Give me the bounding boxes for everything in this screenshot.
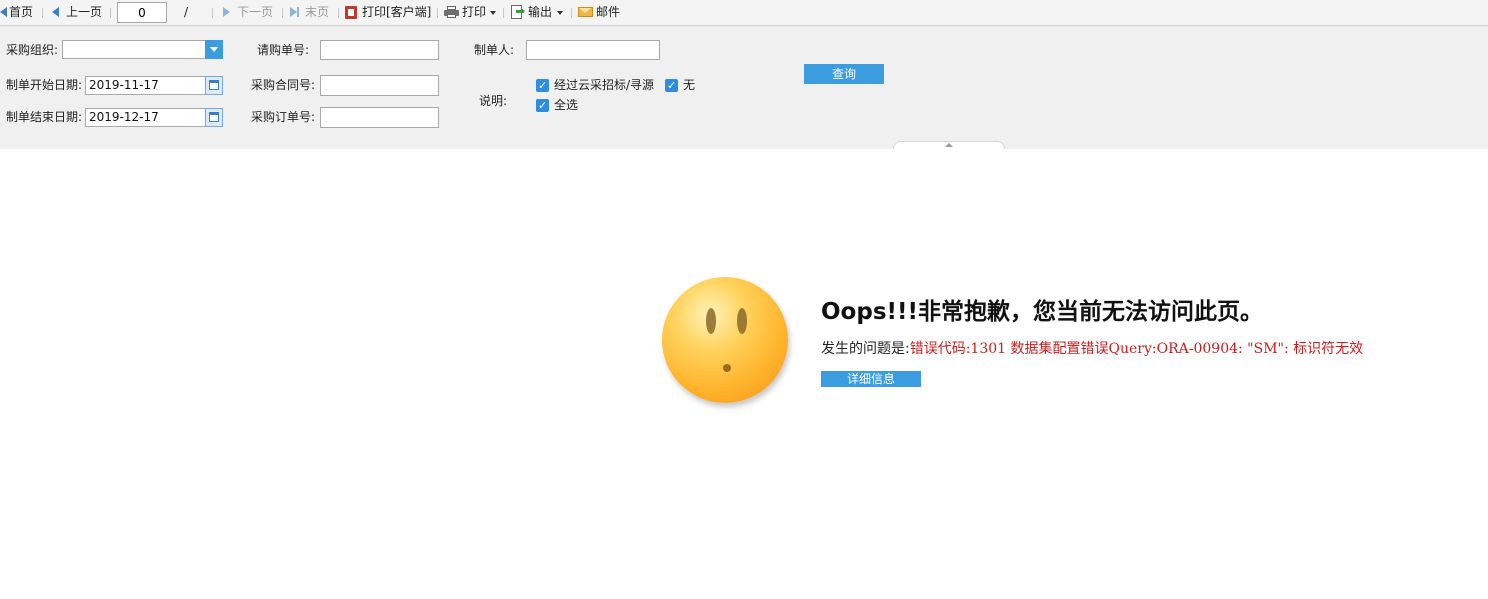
report-toolbar: 首页 上一页 / 下一页 末页 打印[客户端] 打印 输出 邮件: [0, 0, 1488, 26]
purchase-org-label: 采购组织:: [6, 43, 59, 57]
chevron-up-icon: [945, 143, 953, 147]
first-page-button[interactable]: 首页: [9, 0, 33, 25]
export-icon[interactable]: [511, 5, 525, 19]
face-eye-right: [737, 308, 747, 334]
check-icon: ✓: [538, 79, 548, 92]
next-page-button[interactable]: 下一页: [237, 0, 273, 25]
error-message: 错误代码:1301 数据集配置错误Query:ORA-00904: "SM": …: [909, 341, 1364, 357]
query-panel: 采购组织: 请购单号: 制单人: 制单开始日期: 2019-11-17 采购合同…: [0, 26, 1488, 149]
toolbar-divider: [282, 8, 283, 18]
contract-no-input[interactable]: [320, 75, 439, 96]
sad-face-icon: [662, 277, 788, 403]
order-no-input[interactable]: [320, 107, 439, 128]
first-page-icon[interactable]: [0, 7, 7, 17]
request-no-input[interactable]: [320, 40, 439, 60]
page-separator: /: [184, 5, 189, 19]
error-prefix: 发生的问题是:: [821, 341, 910, 357]
toolbar-divider: [212, 8, 213, 18]
query-button[interactable]: 查询: [804, 64, 884, 84]
collapse-panel-toggle[interactable]: [893, 141, 1005, 149]
check-icon: ✓: [538, 99, 548, 112]
start-date-picker-button[interactable]: [205, 76, 223, 95]
start-date-label: 制单开始日期:: [6, 78, 83, 92]
cloud-sourcing-label: 经过云采招标/寻源: [554, 78, 655, 92]
face-eye-left: [706, 308, 716, 334]
contract-no-label: 采购合同号:: [251, 78, 316, 92]
purchase-org-select[interactable]: [62, 40, 206, 59]
creator-input[interactable]: [526, 40, 660, 60]
none-label: 无: [683, 78, 696, 92]
select-all-checkbox[interactable]: ✓: [536, 99, 549, 112]
end-date-label: 制单结束日期:: [6, 110, 83, 124]
order-no-label: 采购订单号:: [251, 110, 316, 124]
calendar-icon: [209, 112, 219, 122]
chevron-down-icon[interactable]: [490, 11, 496, 15]
select-all-label: 全选: [554, 98, 579, 112]
end-date-input[interactable]: 2019-12-17: [85, 108, 206, 127]
toolbar-divider: [437, 8, 438, 18]
page-number-input[interactable]: [117, 2, 167, 23]
next-page-icon[interactable]: [223, 7, 230, 17]
chevron-down-icon: [210, 47, 218, 52]
creator-label: 制单人:: [474, 43, 515, 57]
toolbar-divider: [338, 8, 339, 18]
note-label: 说明:: [479, 94, 508, 108]
print-client-button[interactable]: 打印[客户端]: [362, 0, 431, 25]
purchase-org-dropdown-button[interactable]: [205, 40, 223, 59]
details-button[interactable]: 详细信息: [821, 371, 921, 387]
prev-page-button[interactable]: 上一页: [66, 0, 102, 25]
face-mouth: [723, 364, 731, 372]
last-page-icon[interactable]: [290, 7, 299, 17]
check-icon: ✓: [667, 79, 677, 92]
printer-icon[interactable]: [444, 6, 459, 18]
chevron-down-icon[interactable]: [557, 11, 563, 15]
error-description: 发生的问题是:错误代码:1301 数据集配置错误Query:ORA-00904:…: [821, 338, 1363, 358]
prev-page-icon[interactable]: [52, 7, 59, 17]
request-no-label: 请购单号:: [257, 43, 310, 57]
toolbar-divider: [503, 8, 504, 18]
end-date-picker-button[interactable]: [205, 108, 223, 127]
print-client-icon[interactable]: [345, 6, 357, 19]
mail-icon[interactable]: [578, 7, 593, 17]
calendar-icon: [209, 80, 219, 90]
cloud-sourcing-checkbox[interactable]: ✓: [536, 79, 549, 92]
mail-button[interactable]: 邮件: [596, 0, 620, 25]
print-button[interactable]: 打印: [462, 0, 486, 25]
export-button[interactable]: 输出: [528, 0, 552, 25]
error-title: Oops!!!非常抱歉，您当前无法访问此页。: [821, 299, 1263, 325]
toolbar-divider: [42, 8, 43, 18]
toolbar-divider: [571, 8, 572, 18]
toolbar-divider: [110, 8, 111, 18]
none-checkbox[interactable]: ✓: [665, 79, 678, 92]
start-date-input[interactable]: 2019-11-17: [85, 76, 206, 95]
last-page-button[interactable]: 末页: [305, 0, 329, 25]
